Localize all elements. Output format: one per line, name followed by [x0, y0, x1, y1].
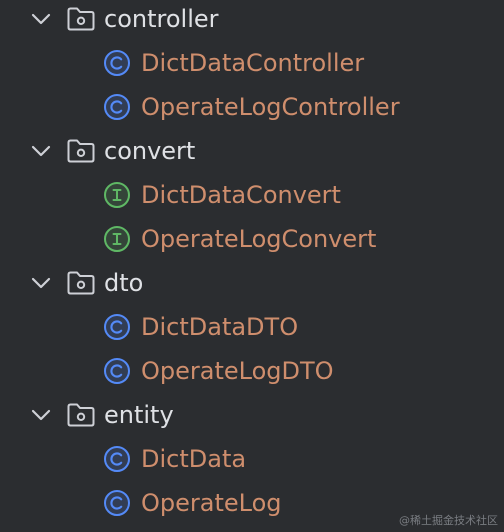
- file-label: DictDataConvert: [141, 181, 341, 209]
- class-icon: [103, 93, 131, 121]
- tree-file-DictDataConvert[interactable]: DictDataConvert: [0, 173, 504, 217]
- project-tree: controller DictDataController OperateLogCo…: [0, 0, 504, 532]
- folder-icon: [66, 6, 96, 32]
- tree-file-DictDataDTO[interactable]: DictDataDTO: [0, 305, 504, 349]
- tree-folder-dto[interactable]: dto: [0, 261, 504, 305]
- class-icon: [103, 313, 131, 341]
- class-icon: [103, 445, 131, 473]
- file-label: OperateLogController: [141, 93, 400, 121]
- tree-folder-entity[interactable]: entity: [0, 393, 504, 437]
- class-icon: [103, 489, 131, 517]
- tree-file-DictData[interactable]: DictData: [0, 437, 504, 481]
- folder-label: convert: [104, 137, 196, 165]
- chevron-down-icon[interactable]: [30, 274, 52, 292]
- chevron-down-icon[interactable]: [30, 10, 52, 28]
- file-label: DictData: [141, 445, 247, 473]
- tree-folder-convert[interactable]: convert: [0, 129, 504, 173]
- tree-file-OperateLogDTO[interactable]: OperateLogDTO: [0, 349, 504, 393]
- file-label: OperateLogConvert: [141, 225, 377, 253]
- file-label: DictDataController: [141, 49, 365, 77]
- tree-file-DictDataController[interactable]: DictDataController: [0, 41, 504, 85]
- class-icon: [103, 49, 131, 77]
- chevron-down-icon[interactable]: [30, 142, 52, 160]
- folder-label: controller: [104, 5, 219, 33]
- folder-label: dto: [104, 269, 144, 297]
- interface-icon: [103, 225, 131, 253]
- tree-folder-controller[interactable]: controller: [0, 0, 504, 41]
- folder-icon: [66, 402, 96, 428]
- file-label: DictDataDTO: [141, 313, 299, 341]
- class-icon: [103, 357, 131, 385]
- chevron-down-icon[interactable]: [30, 406, 52, 424]
- folder-icon: [66, 138, 96, 164]
- watermark: @稀土掘金技术社区: [399, 514, 498, 527]
- folder-label: entity: [104, 401, 174, 429]
- folder-icon: [66, 270, 96, 296]
- tree-file-OperateLogConvert[interactable]: OperateLogConvert: [0, 217, 504, 261]
- interface-icon: [103, 181, 131, 209]
- file-label: OperateLogDTO: [141, 357, 334, 385]
- tree-file-OperateLogController[interactable]: OperateLogController: [0, 85, 504, 129]
- file-label: OperateLog: [141, 489, 282, 517]
